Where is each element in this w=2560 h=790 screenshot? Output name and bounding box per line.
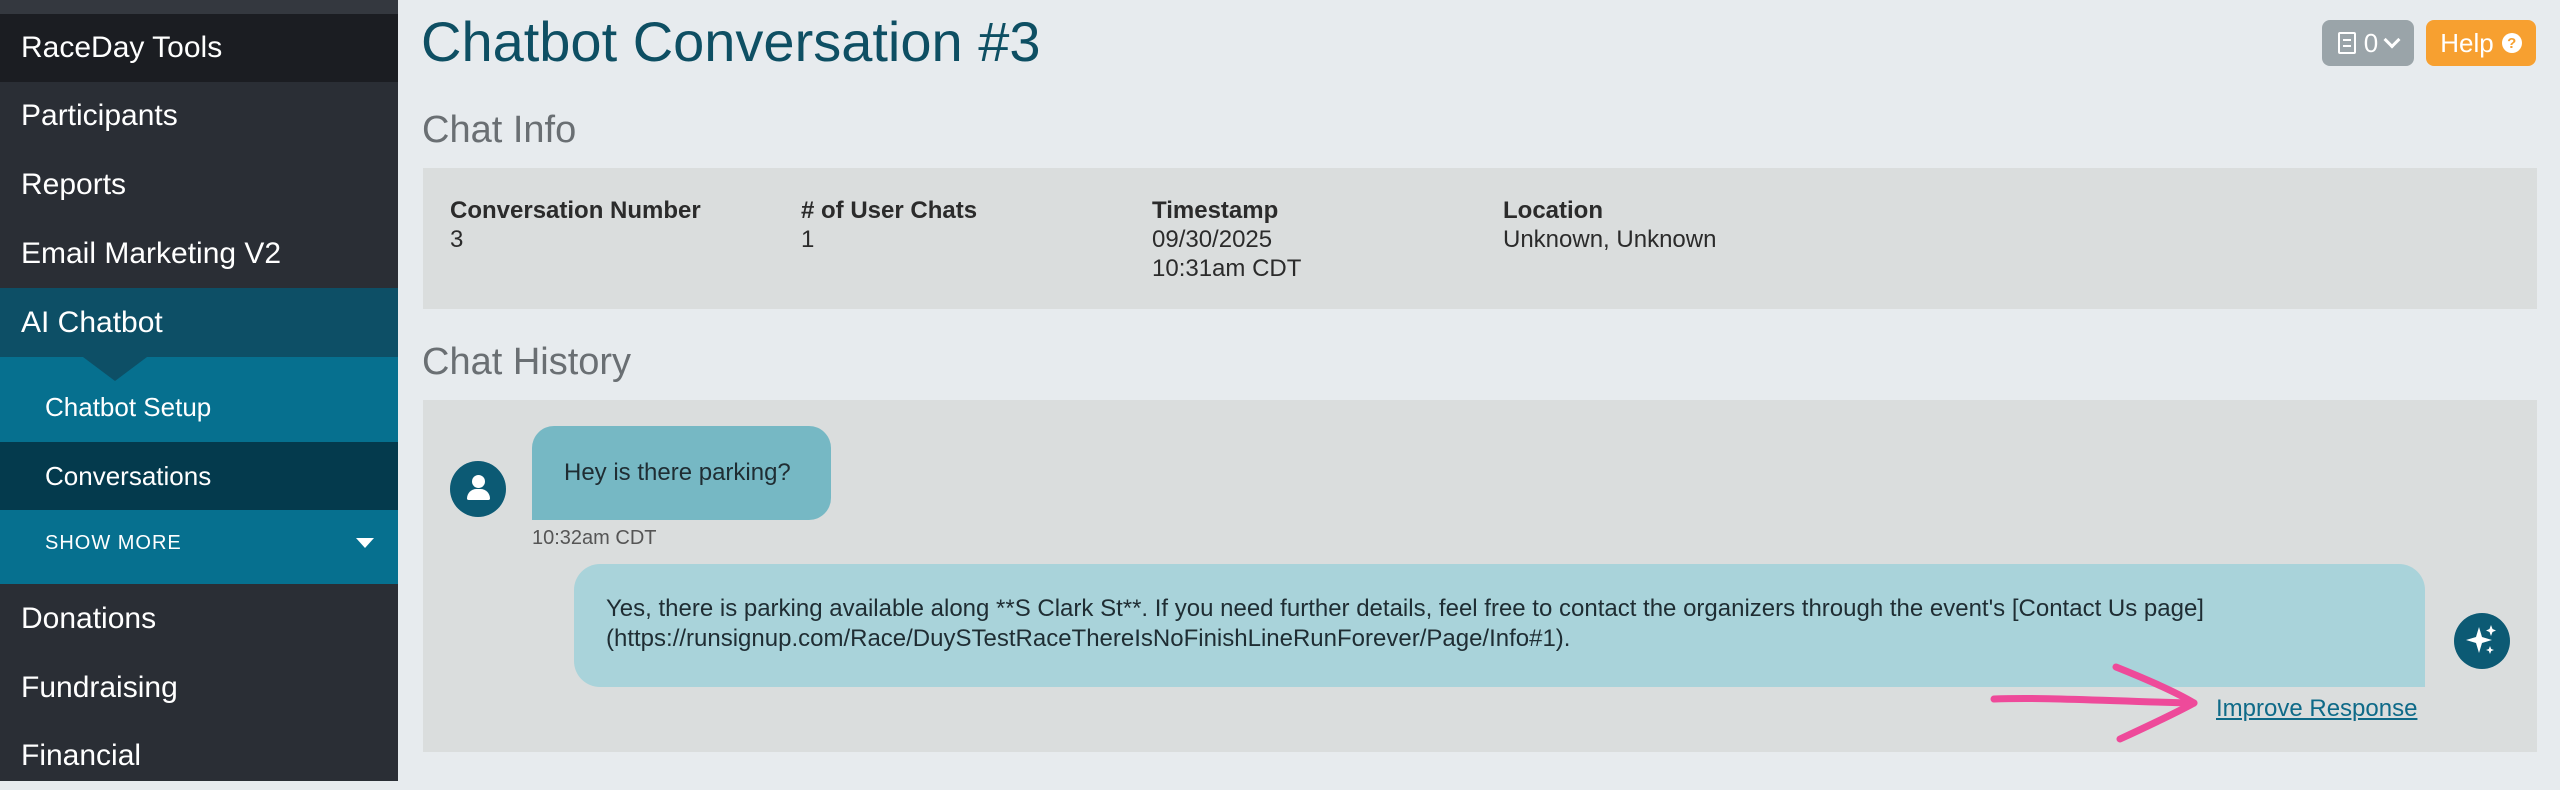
user-message-time: 10:32am CDT: [532, 527, 657, 549]
question-icon: ?: [2501, 33, 2522, 53]
bot-message-line: Yes, there is parking available along **…: [606, 595, 2204, 622]
sidebar-item-chatbot-setup[interactable]: Chatbot Setup: [0, 357, 398, 442]
sidebar-item-label: SHOW MORE: [45, 532, 182, 554]
bot-message-line: (https://runsignup.com/Race/DuySTestRace…: [606, 625, 1571, 652]
sidebar-item-conversations[interactable]: Conversations: [0, 442, 398, 510]
chat-info-heading: Chat Info: [422, 109, 577, 151]
annotation-arrow-icon: [1990, 663, 2198, 743]
info-timestamp: Timestamp 09/30/2025 10:31am CDT: [1152, 196, 1301, 283]
notes-button[interactable]: 0: [2322, 20, 2414, 66]
info-label: Conversation Number: [450, 197, 701, 224]
page-title: Chatbot Conversation #3: [421, 10, 1041, 73]
sparkles-icon: [2454, 613, 2510, 669]
user-avatar-icon: [450, 461, 506, 517]
sidebar-item-label: Conversations: [45, 461, 212, 491]
notes-count: 0: [2363, 27, 2379, 58]
sidebar-top-border: [0, 0, 398, 14]
notes-icon: [2337, 32, 2356, 54]
chat-history-heading: Chat History: [422, 341, 632, 383]
sidebar-item-label: Email Marketing V2: [21, 236, 282, 270]
user-message-bubble: Hey is there parking?: [532, 426, 831, 520]
chevron-down-icon: [2383, 31, 2401, 49]
sidebar-item-reports[interactable]: Reports: [0, 150, 398, 219]
sidebar-item-label: RaceDay Tools: [21, 31, 223, 64]
sidebar: RaceDay Tools Participants Reports Email…: [0, 0, 398, 781]
chat-history-panel: Hey is there parking? 10:32am CDT Yes, t…: [423, 400, 2537, 752]
sidebar-item-label: Chatbot Setup: [45, 391, 212, 422]
improve-response-link[interactable]: Improve Response: [2216, 695, 2417, 723]
info-value: 3: [450, 226, 464, 253]
active-section-pointer: [83, 357, 147, 381]
sidebar-item-label: Donations: [21, 602, 157, 635]
info-value-time: 10:31am CDT: [1152, 255, 1302, 282]
help-button[interactable]: Help ?: [2426, 20, 2536, 66]
sidebar-item-fundraising[interactable]: Fundraising: [0, 654, 398, 722]
info-user-chats: # of User Chats 1: [801, 196, 977, 254]
info-value-date: 09/30/2025: [1152, 226, 1273, 253]
sidebar-item-donations[interactable]: Donations: [0, 584, 398, 654]
info-value: 1: [801, 226, 815, 253]
help-label: Help: [2440, 27, 2494, 58]
sidebar-item-financial[interactable]: Financial: [0, 722, 398, 790]
sidebar-item-participants[interactable]: Participants: [0, 82, 398, 150]
info-label: Location: [1503, 197, 1603, 224]
sidebar-item-label: Financial: [21, 739, 142, 772]
sidebar-item-raceday-tools[interactable]: RaceDay Tools: [0, 14, 398, 82]
sidebar-item-label: Reports: [21, 167, 127, 201]
sidebar-item-ai-chatbot[interactable]: AI Chatbot: [0, 288, 398, 357]
sidebar-item-email-marketing[interactable]: Email Marketing V2: [0, 219, 398, 288]
info-conversation-number: Conversation Number 3: [450, 196, 701, 254]
info-location: Location Unknown, Unknown: [1503, 196, 1716, 254]
sidebar-item-label: Fundraising: [21, 671, 178, 704]
chat-info-panel: Conversation Number 3 # of User Chats 1 …: [423, 168, 2537, 309]
info-label: Timestamp: [1152, 197, 1279, 224]
sidebar-item-label: AI Chatbot: [21, 305, 163, 339]
sidebar-item-label: Participants: [21, 99, 178, 132]
info-label: # of User Chats: [801, 197, 978, 224]
caret-down-icon: [356, 538, 374, 548]
info-value: Unknown, Unknown: [1503, 226, 1717, 253]
sidebar-show-more[interactable]: SHOW MORE: [0, 510, 398, 584]
user-message-text: Hey is there parking?: [564, 459, 791, 486]
